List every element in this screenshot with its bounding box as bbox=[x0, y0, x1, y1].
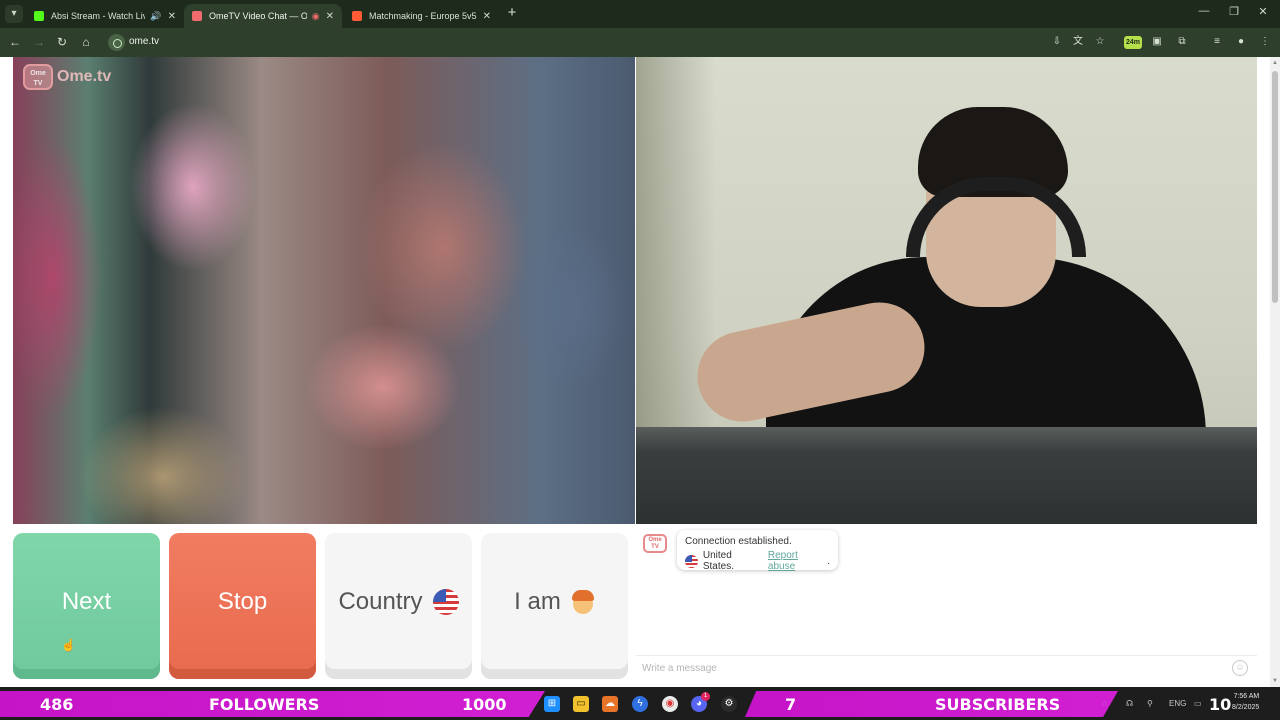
emoji-icon[interactable]: ☺ bbox=[1232, 660, 1248, 676]
monitor-foreground bbox=[636, 427, 1257, 524]
media-controls-icon[interactable]: ≡ bbox=[1210, 35, 1224, 49]
chrome-icon[interactable]: ◉ bbox=[662, 696, 678, 712]
extension-icon[interactable]: ▣ bbox=[1150, 35, 1164, 49]
tab-kick-stream[interactable]: Absi Stream - Watch Live o 🔊 ✕ bbox=[26, 4, 184, 28]
next-button[interactable]: Next bbox=[13, 533, 160, 679]
close-tab-icon[interactable]: ✕ bbox=[168, 11, 176, 22]
address-bar[interactable]: ome.tv bbox=[105, 31, 1110, 54]
reload-icon[interactable]: ↻ bbox=[54, 34, 70, 50]
logo-text: Ome.tv bbox=[57, 68, 112, 85]
language-indicator[interactable]: ENG bbox=[1169, 699, 1186, 708]
report-abuse-link[interactable]: Report abuse bbox=[768, 550, 827, 572]
stranger-video bbox=[13, 57, 635, 524]
file-explorer-icon[interactable]: ▭ bbox=[573, 696, 589, 712]
ometv-favicon-icon bbox=[192, 11, 202, 21]
scroll-up-arrow-icon[interactable]: ▲ bbox=[1271, 59, 1279, 67]
us-flag-icon bbox=[432, 589, 459, 615]
speaker-icon[interactable]: 🔊 bbox=[150, 11, 161, 22]
message-bar: ☺ bbox=[636, 655, 1257, 679]
tab-search-menu-icon[interactable]: ▾ bbox=[5, 5, 23, 23]
kick-favicon-icon bbox=[34, 11, 44, 21]
new-tab-plus-icon[interactable]: + bbox=[505, 5, 519, 23]
followers-goal: 1000 bbox=[462, 695, 507, 714]
bookmark-star-icon[interactable]: ☆ bbox=[1093, 35, 1107, 49]
followers-count: 486 bbox=[40, 695, 74, 714]
translate-icon[interactable]: 文 bbox=[1071, 35, 1085, 49]
url-text[interactable]: ome.tv bbox=[129, 36, 159, 47]
subscribers-count: 7 bbox=[785, 695, 797, 714]
us-flag-icon bbox=[685, 554, 698, 568]
microphone-icon[interactable]: ⚲ bbox=[1147, 699, 1153, 708]
back-arrow-icon[interactable]: ← bbox=[7, 34, 23, 50]
subscribers-goal-bar bbox=[745, 691, 1118, 717]
scroll-thumb[interactable] bbox=[1272, 71, 1278, 303]
logo-tv-icon: Ome TV bbox=[23, 64, 53, 90]
country-label: Country bbox=[338, 588, 423, 615]
connection-message: Connection established. bbox=[685, 536, 792, 547]
next-label: Next bbox=[61, 588, 112, 615]
tab-ometv[interactable]: OmeTV Video Chat — Ome ◉ ✕ bbox=[184, 4, 342, 28]
profile-avatar-icon[interactable]: ● bbox=[1234, 35, 1248, 49]
extension-timer-badge[interactable]: 24m bbox=[1124, 36, 1142, 49]
followers-label: FOLLOWERS bbox=[209, 695, 320, 714]
close-tab-icon[interactable]: ✕ bbox=[326, 11, 334, 22]
restore-icon[interactable]: ❐ bbox=[1227, 5, 1241, 18]
country-button[interactable]: Country bbox=[325, 533, 472, 679]
windows-start-icon[interactable]: ⊞ bbox=[544, 696, 560, 712]
cloud-app-icon[interactable]: ☁ bbox=[602, 696, 618, 712]
install-app-icon[interactable]: ⇩ bbox=[1050, 35, 1064, 49]
clock-time: 7:56 AM bbox=[1233, 693, 1260, 700]
subscribers-goal: 10 bbox=[1209, 695, 1232, 714]
browser-tab-strip: ▾ Absi Stream - Watch Live o 🔊 ✕ OmeTV V… bbox=[0, 0, 1280, 28]
network-icon[interactable]: ▭ bbox=[1194, 699, 1202, 708]
report-suffix: . bbox=[827, 555, 830, 567]
self-camera-video bbox=[636, 57, 1257, 524]
message-input[interactable] bbox=[642, 659, 1212, 677]
app-bolt-icon[interactable]: ϟ bbox=[632, 696, 648, 712]
home-icon[interactable]: ⌂ bbox=[78, 34, 94, 50]
scroll-down-arrow-icon[interactable]: ▼ bbox=[1271, 677, 1279, 685]
minimize-icon[interactable]: — bbox=[1197, 5, 1211, 17]
tab-title: Absi Stream - Watch Live o bbox=[51, 11, 146, 21]
close-tab-icon[interactable]: ✕ bbox=[483, 11, 491, 22]
iam-label: I am bbox=[514, 588, 561, 615]
clock-date: 8/2/2025 bbox=[1232, 704, 1260, 711]
tab-title: Matchmaking - Europe 5v5 Qu bbox=[369, 11, 477, 21]
stop-label: Stop bbox=[217, 588, 268, 615]
site-info-icon[interactable] bbox=[108, 34, 125, 51]
close-window-icon[interactable]: ✕ bbox=[1256, 5, 1270, 18]
ometv-logo[interactable]: Ome TV Ome.tv bbox=[23, 64, 111, 90]
country-name: United States. bbox=[702, 550, 734, 572]
recording-icon: ◉ bbox=[311, 10, 320, 21]
faceit-favicon-icon bbox=[352, 11, 362, 21]
steam-icon[interactable]: ⚙ bbox=[721, 696, 737, 712]
system-message: Connection established. United States. R… bbox=[677, 530, 838, 572]
system-clock[interactable]: 7:56 AM 8/2/2025 bbox=[1232, 691, 1259, 713]
boy-face-icon bbox=[571, 589, 595, 615]
tray-app-icon[interactable]: ◌ bbox=[1102, 699, 1107, 708]
headphones-icon[interactable]: ☊ bbox=[1126, 699, 1133, 708]
gender-button[interactable]: I am bbox=[481, 533, 628, 679]
hand-cursor-icon: ☝ bbox=[61, 638, 76, 652]
stop-button[interactable]: Stop bbox=[169, 533, 316, 679]
ometv-chat-badge-icon: Ome TV bbox=[643, 534, 667, 553]
subscribers-label: SUBSCRIBERS bbox=[935, 695, 1061, 714]
page-scrollbar[interactable]: ▲ ▼ bbox=[1270, 57, 1280, 687]
tab-title: OmeTV Video Chat — Ome bbox=[209, 11, 307, 21]
chat-panel: Ome TV Connection established. United St… bbox=[636, 524, 1257, 679]
tab-matchmaking[interactable]: Matchmaking - Europe 5v5 Qu ✕ bbox=[344, 4, 499, 28]
extensions-puzzle-icon[interactable]: ⧉ bbox=[1175, 35, 1189, 49]
stream-overlay-taskbar: 486 FOLLOWERS 1000 ⊞ ▭ ☁ ϟ ◉ ◕ 1 ⚙ 7 SUB… bbox=[0, 687, 1280, 720]
more-menu-icon[interactable]: ⋮ bbox=[1258, 35, 1272, 49]
discord-notification-badge: 1 bbox=[701, 692, 710, 701]
browser-toolbar: ← → ↻ ⌂ ome.tv ⇩ 文 ☆ 24m ▣ ⧉ ≡ ● ⋮ bbox=[0, 28, 1280, 57]
forward-arrow-icon[interactable]: → bbox=[31, 34, 47, 50]
